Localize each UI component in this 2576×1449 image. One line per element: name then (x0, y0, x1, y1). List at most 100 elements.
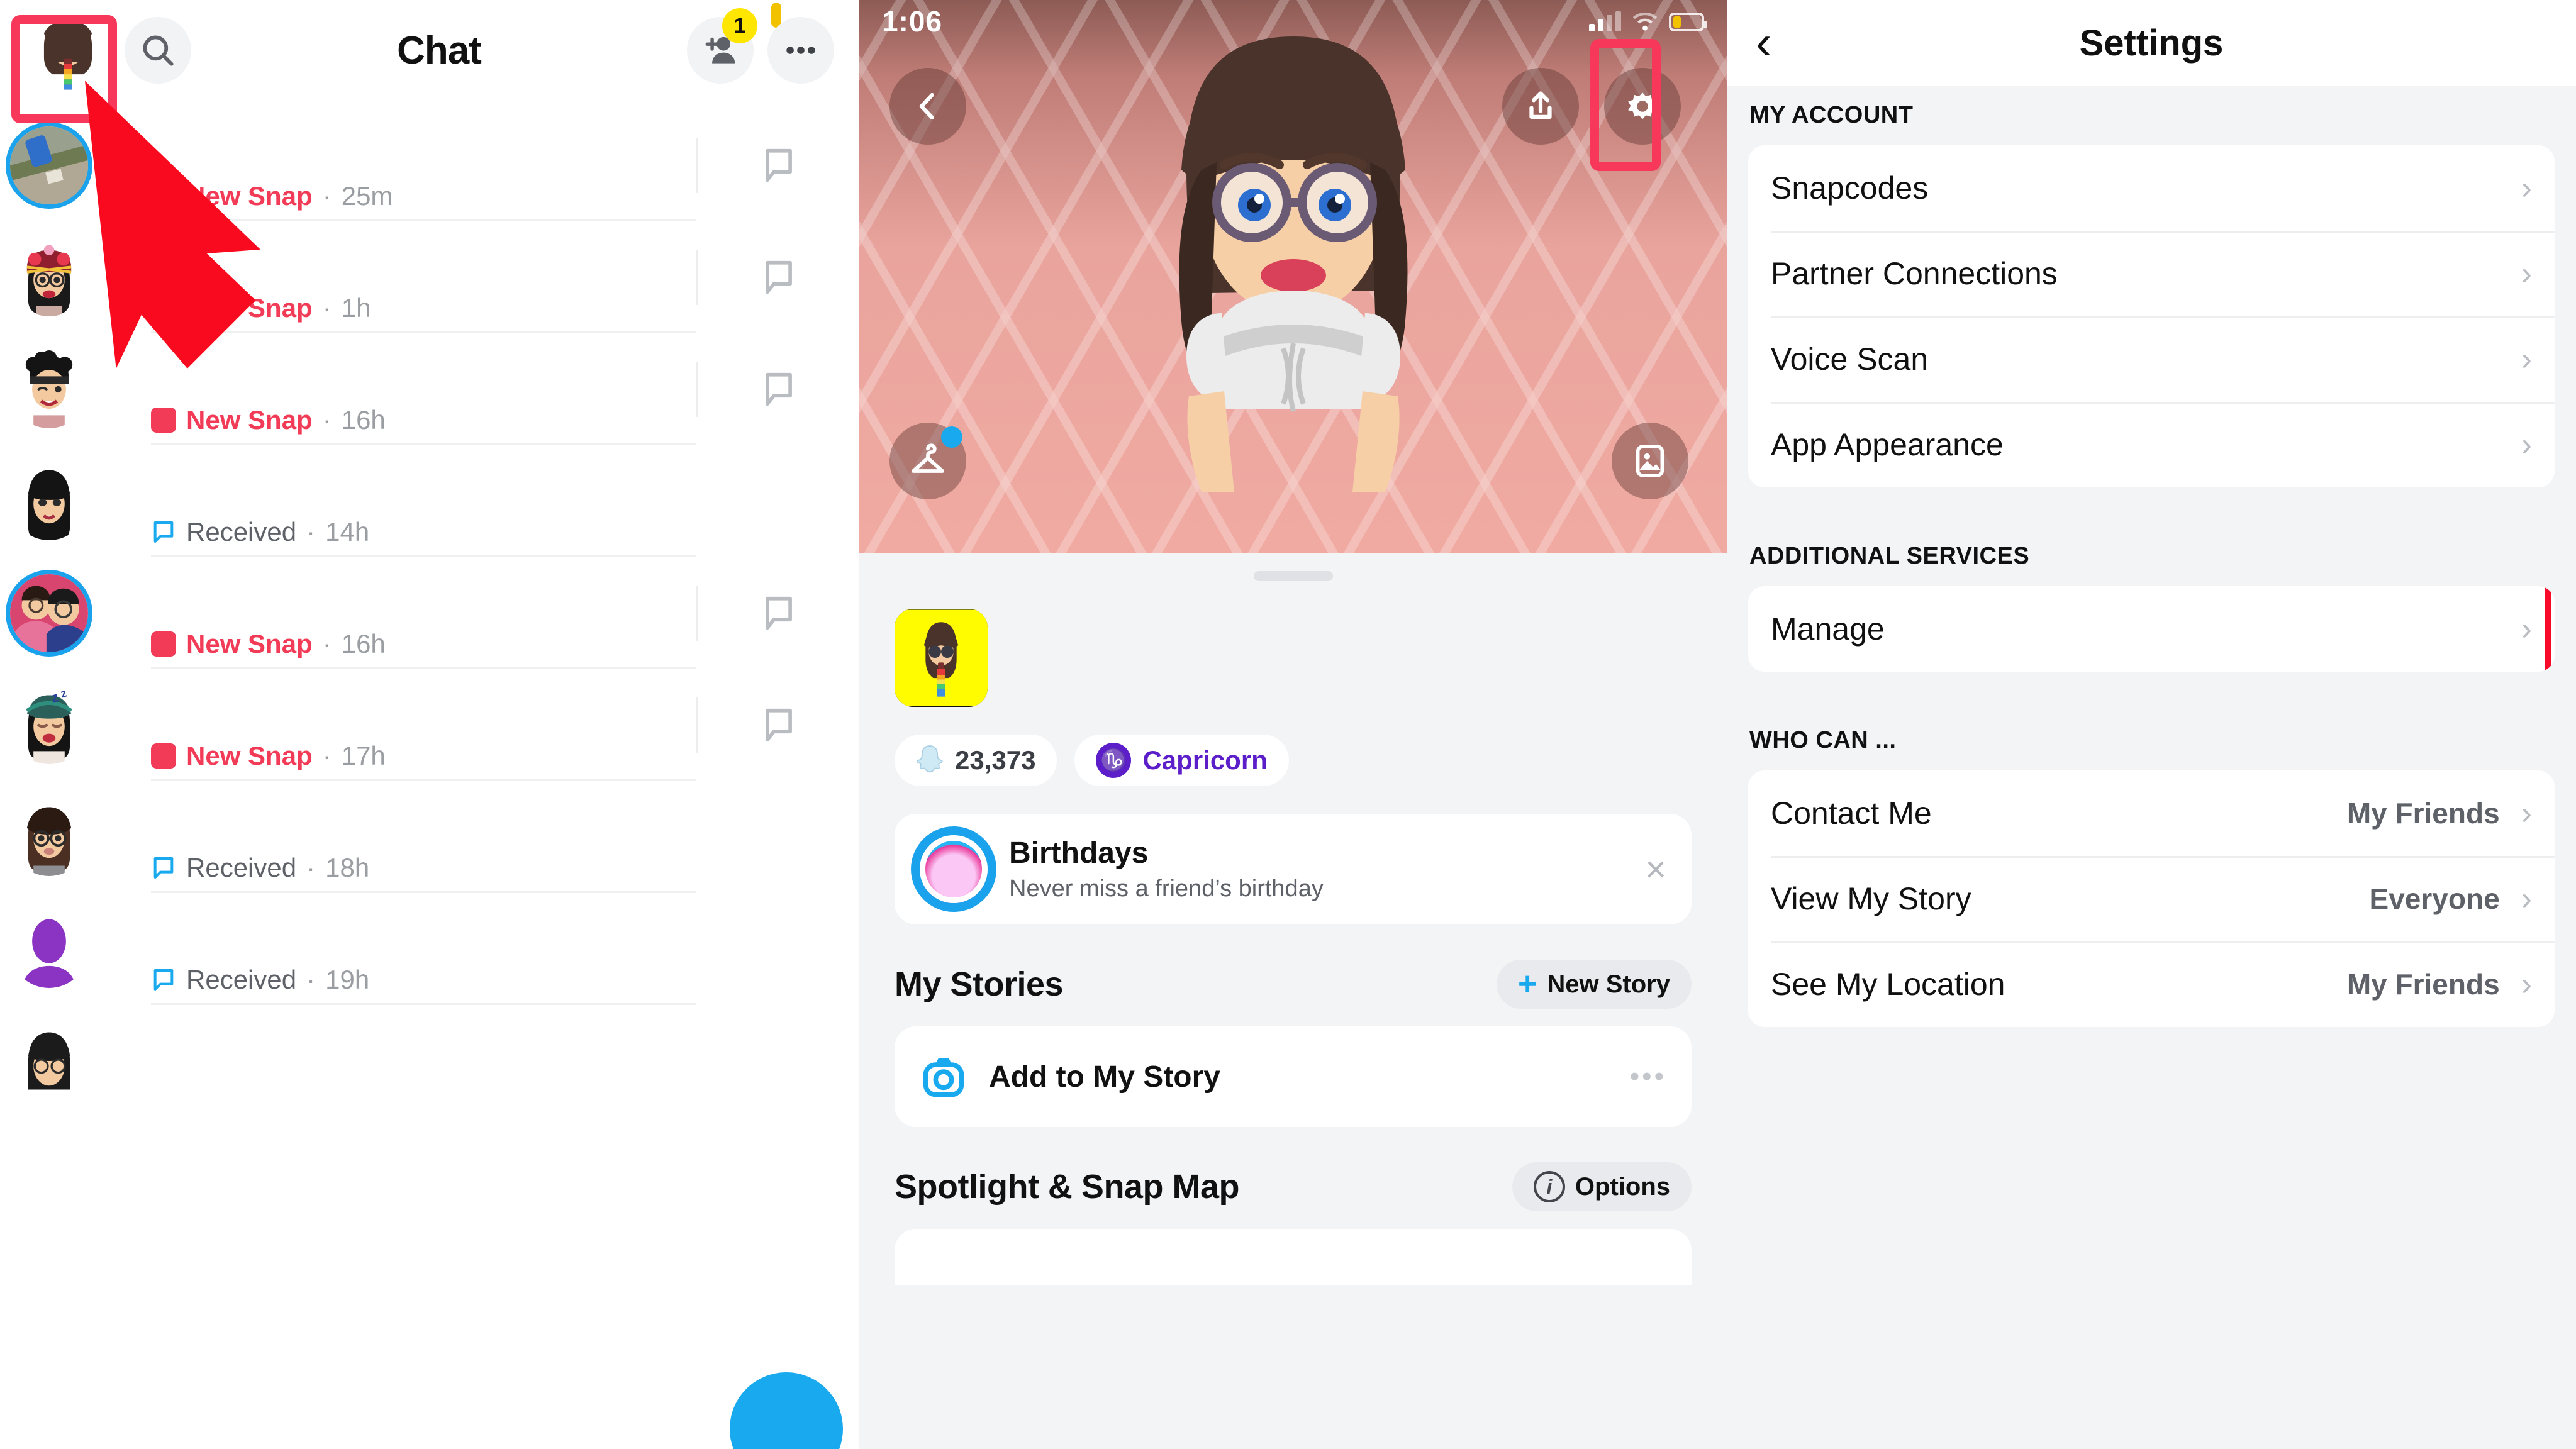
zodiac-glyph-icon: ♑ (1096, 743, 1132, 778)
status-bar-icons (1589, 11, 1707, 31)
chat-list-item[interactable] (0, 1005, 859, 1117)
spotlight-header: Spotlight & Snap Map i Options (895, 1162, 1692, 1211)
avatar (10, 910, 88, 988)
avatar (10, 574, 88, 652)
add-to-my-story-label: Add to My Story (989, 1060, 1220, 1094)
add-friend-button[interactable]: 1 (687, 8, 757, 84)
chat-item-status: Received · 19h (151, 965, 369, 995)
snapcode-tile[interactable] (895, 609, 988, 707)
bitmoji-glasses-icon (26, 807, 72, 876)
new-story-label: New Story (1547, 970, 1670, 998)
settings-group-my-account: Snapcodes › Partner Connections › Voice … (1748, 145, 2555, 487)
chat-item-status: New Snap · 16h (151, 405, 386, 435)
chat-item-body (88, 1005, 696, 1117)
chevron-right-icon: › (2521, 255, 2532, 292)
bitmoji-purple-icon (10, 910, 88, 988)
settings-row-label: Manage (1771, 611, 1885, 647)
chat-item-reply[interactable] (696, 362, 859, 417)
plus-icon: + (1518, 966, 1537, 1002)
settings-row-app-appearance[interactable]: App Appearance › (1748, 402, 2555, 487)
spotlight-options-button[interactable]: i Options (1512, 1162, 1692, 1211)
settings-row-voice-scan[interactable]: Voice Scan › (1748, 316, 2555, 402)
chat-list-item[interactable]: New Snap · 16h (0, 557, 859, 669)
add-to-my-story-row[interactable]: Add to My Story ••• (895, 1026, 1692, 1127)
avatar (10, 350, 88, 428)
backdrop-button[interactable] (1612, 423, 1688, 499)
chat-bubble-icon (765, 148, 792, 182)
chat-item-reply[interactable] (696, 697, 859, 753)
bitmoji-curly-icon (25, 350, 73, 428)
chat-item-status-label: Received (186, 965, 297, 994)
received-chat-icon (153, 969, 174, 991)
profile-bitmoji-3d (1179, 36, 1407, 492)
chat-item-reply[interactable] (696, 138, 859, 193)
chat-item-status: New Snap · 25m (151, 181, 393, 211)
info-icon: i (1533, 1171, 1565, 1202)
search-button[interactable] (125, 17, 191, 84)
settings-row-view-my-story[interactable]: View My Story Everyone › (1748, 856, 2555, 941)
chat-list-item[interactable]: New Snap · 25m (0, 109, 859, 221)
chat-list: New Snap · 25m New Snap · 1h New Snap · … (0, 109, 859, 1117)
chat-item-reply[interactable] (696, 586, 859, 641)
chat-item-status: New Snap · 1h (151, 293, 371, 323)
chat-item-reply (696, 921, 859, 977)
chat-list-item[interactable]: Received · 14h (0, 445, 859, 557)
profile-panel: 1:06 23,373 ♑ Capricorn Birthdays Never … (859, 0, 1727, 1449)
chat-item-body: Received · 14h (88, 445, 696, 557)
spotlight-card-stub[interactable] (895, 1229, 1692, 1285)
settings-row-manage[interactable]: Manage › (1748, 586, 2555, 672)
settings-button[interactable] (1604, 68, 1681, 145)
snapscore-pill[interactable]: 23,373 (895, 735, 1057, 786)
new-story-button[interactable]: + New Story (1497, 960, 1692, 1009)
birthdays-subtitle: Never miss a friend’s birthday (1009, 875, 1324, 902)
back-button[interactable] (889, 68, 966, 145)
story-more-icon[interactable]: ••• (1630, 1061, 1666, 1092)
chat-list-item[interactable]: z z New Snap · 17h (0, 669, 859, 781)
settings-group-who-can: Contact Me My Friends › View My Story Ev… (1748, 770, 2555, 1027)
search-icon (143, 35, 174, 66)
settings-row-label: See My Location (1771, 967, 2005, 1002)
chat-item-timestamp: 19h (325, 965, 370, 994)
settings-row-see-my-location[interactable]: See My Location My Friends › (1748, 941, 2555, 1027)
settings-group-label-who-can: WHO CAN ... (1749, 727, 1897, 753)
chat-item-status-label: New Snap (186, 741, 313, 770)
new-snap-square-icon (151, 296, 176, 321)
signal-icon (1589, 11, 1621, 31)
chevron-right-icon: › (2521, 880, 2532, 917)
more-options-button[interactable] (767, 17, 834, 84)
settings-back-button[interactable]: ‹ (1756, 19, 1771, 67)
page-title: Chat (397, 28, 482, 72)
new-chat-button[interactable] (730, 1372, 843, 1449)
chat-list-item[interactable]: Received · 18h (0, 781, 859, 893)
share-button[interactable] (1502, 68, 1579, 145)
chevron-right-icon: › (2521, 611, 2532, 647)
received-chat-icon (153, 857, 174, 879)
settings-scroll[interactable]: MY ACCOUNT Snapcodes › Partner Connectio… (1727, 86, 2576, 1027)
chat-list-item[interactable]: New Snap · 16h (0, 333, 859, 445)
close-icon[interactable]: × (1645, 848, 1666, 891)
zodiac-pill[interactable]: ♑ Capricorn (1074, 735, 1289, 786)
zodiac-label: Capricorn (1142, 745, 1268, 775)
sheet-grabber[interactable] (1253, 571, 1333, 581)
profile-avatar[interactable] (25, 8, 111, 93)
settings-row-snapcodes[interactable]: Snapcodes › (1748, 145, 2555, 231)
settings-header: ‹ Settings (1727, 0, 2576, 86)
chat-item-timestamp: 1h (341, 293, 371, 323)
chat-item-status: Received · 18h (151, 853, 369, 883)
chevron-right-icon: › (2521, 426, 2532, 463)
chat-item-timestamp: 14h (325, 517, 370, 547)
settings-row-partner-connections[interactable]: Partner Connections › (1748, 231, 2555, 316)
new-snap-square-icon (151, 408, 176, 433)
chat-item-reply[interactable] (696, 250, 859, 305)
screenshot-stage: Chat 1 New Snap · 25m New Snap · 1h New … (0, 0, 2576, 1449)
birthdays-card[interactable]: Birthdays Never miss a friend’s birthday… (895, 814, 1692, 924)
chevron-right-icon: › (2521, 341, 2532, 377)
outfit-button[interactable] (889, 423, 966, 499)
avatar (10, 1022, 88, 1100)
chat-list-item[interactable]: New Snap · 1h (0, 221, 859, 333)
settings-row-contact-me[interactable]: Contact Me My Friends › (1748, 770, 2555, 856)
chat-bubble-icon (765, 708, 792, 742)
chat-list-item[interactable]: Received · 19h (0, 893, 859, 1005)
spotlight-title: Spotlight & Snap Map (895, 1168, 1239, 1206)
profile-sheet: 23,373 ♑ Capricorn Birthdays Never miss … (859, 553, 1727, 1449)
